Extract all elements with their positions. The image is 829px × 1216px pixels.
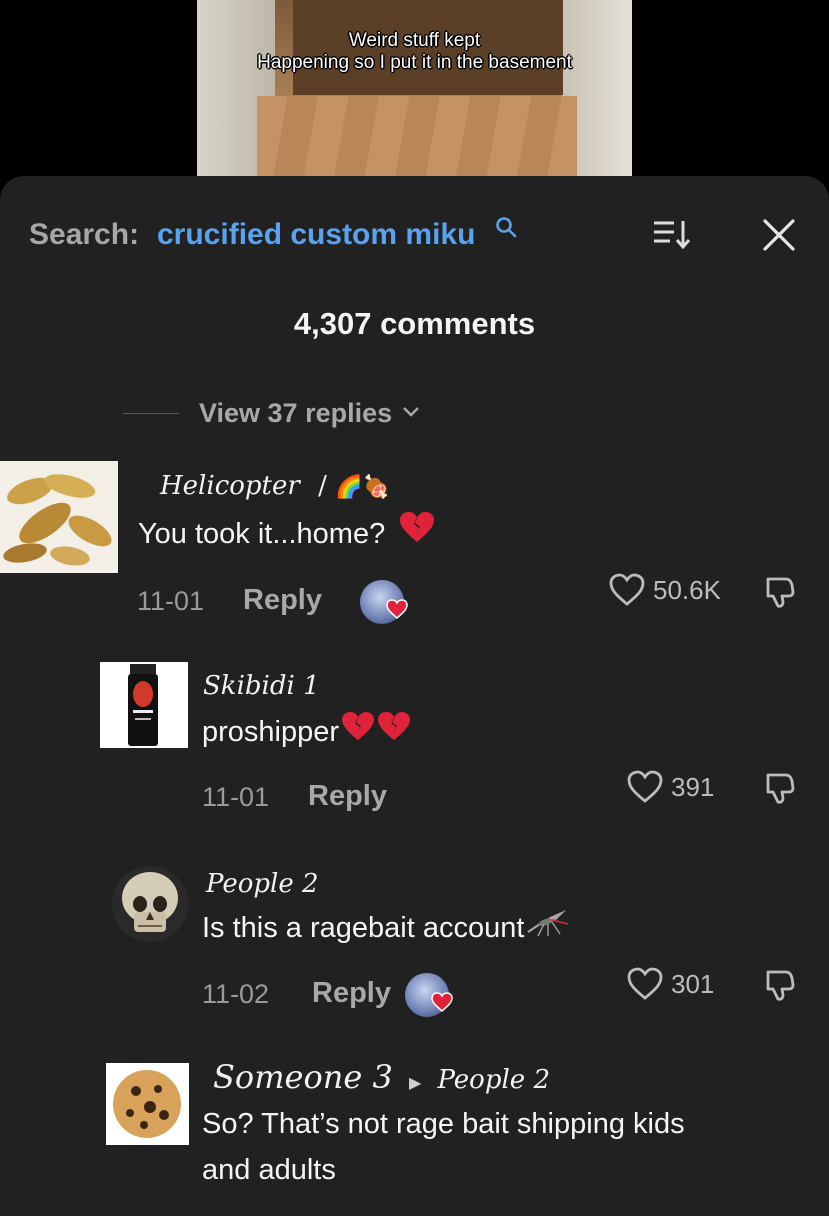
- heart-outline-icon: [609, 573, 645, 606]
- sort-icon[interactable]: [652, 218, 692, 255]
- username-emojis: 🌈🍖: [335, 475, 390, 500]
- comment-text: proshipper: [202, 709, 411, 756]
- comment-text-body: You took it...home?: [138, 518, 386, 550]
- like-count: 50.6K: [653, 574, 721, 605]
- broken-heart-icon: [341, 710, 375, 756]
- video-caption: Weird stuff kept Happening so I put it i…: [197, 30, 632, 74]
- avatar[interactable]: [112, 866, 188, 942]
- reply-to-username[interactable]: People 2: [437, 1065, 550, 1095]
- username-badge: /: [318, 471, 327, 501]
- view-replies-button[interactable]: View 37 replies: [123, 398, 420, 429]
- reply-button[interactable]: Reply: [312, 977, 391, 1010]
- avatar[interactable]: [0, 461, 118, 573]
- username-text: Helicopter: [160, 471, 300, 501]
- like-count: 391: [671, 771, 715, 802]
- comment-text: Is this a ragebait account: [202, 905, 570, 952]
- comment-text: You took it...home?: [138, 511, 435, 558]
- video-preview[interactable]: Weird stuff kept Happening so I put it i…: [197, 0, 632, 190]
- heart-icon: [386, 599, 408, 624]
- like-button[interactable]: 50.6K: [609, 573, 721, 607]
- comment-text-line1: So? That’s not rage bait shipping kids: [202, 1108, 685, 1140]
- comment-text: So? That’s not rage bait shipping kids a…: [202, 1101, 685, 1193]
- dislike-icon[interactable]: [762, 574, 798, 615]
- creator-liked-avatar: [360, 580, 408, 624]
- broken-heart-icon: [399, 512, 435, 558]
- mosquito-icon: [526, 906, 570, 952]
- heart-outline-icon: [627, 770, 663, 803]
- reply-button[interactable]: Reply: [308, 780, 387, 813]
- heart-outline-icon: [627, 967, 663, 1000]
- username-text: Someone 3: [213, 1058, 393, 1096]
- username[interactable]: Helicopter / 🌈🍖: [160, 471, 390, 501]
- comment-text-body: Is this a ragebait account: [202, 912, 525, 944]
- reply-button[interactable]: Reply: [243, 584, 322, 617]
- like-button[interactable]: 301: [627, 967, 714, 1001]
- comments-header: Search: crucified custom miku 4,307 comm…: [0, 176, 829, 341]
- avatar[interactable]: [106, 1063, 189, 1145]
- divider: [123, 413, 179, 414]
- like-count: 301: [671, 968, 715, 999]
- chevron-down-icon: [402, 405, 420, 423]
- username[interactable]: People 2: [206, 869, 319, 899]
- comment-text-body: proshipper: [202, 716, 340, 748]
- username[interactable]: Someone 3 ▶ People 2: [213, 1058, 550, 1096]
- comment-date: 11-02: [202, 979, 270, 1009]
- dislike-icon[interactable]: [762, 967, 798, 1008]
- like-button[interactable]: 391: [627, 770, 714, 804]
- broken-heart-icon: [377, 710, 411, 756]
- comment-text-line2: and adults: [202, 1154, 336, 1186]
- comment-count: 4,307 comments: [293, 306, 536, 341]
- search-prefix: Search:: [29, 218, 140, 251]
- comments-sheet: Search: crucified custom miku 4,307 comm…: [0, 176, 829, 1216]
- comment-date: 11-01: [202, 782, 270, 812]
- comment-date: 11-01: [137, 586, 205, 616]
- video-caption-line1: Weird stuff kept: [348, 30, 481, 51]
- heart-icon: [431, 992, 453, 1017]
- view-replies-label: View 37 replies: [199, 398, 393, 428]
- username[interactable]: Skibidi 1: [203, 671, 320, 701]
- search-term-link[interactable]: crucified custom miku: [157, 218, 475, 252]
- video-caption-line2: Happening so I put it in the basement: [257, 52, 572, 73]
- close-icon[interactable]: [762, 218, 796, 257]
- avatar[interactable]: [100, 662, 188, 748]
- dislike-icon[interactable]: [762, 770, 798, 811]
- creator-liked-avatar: [405, 973, 453, 1017]
- search-icon[interactable]: [495, 216, 517, 243]
- reply-arrow-icon: ▶: [408, 1073, 422, 1092]
